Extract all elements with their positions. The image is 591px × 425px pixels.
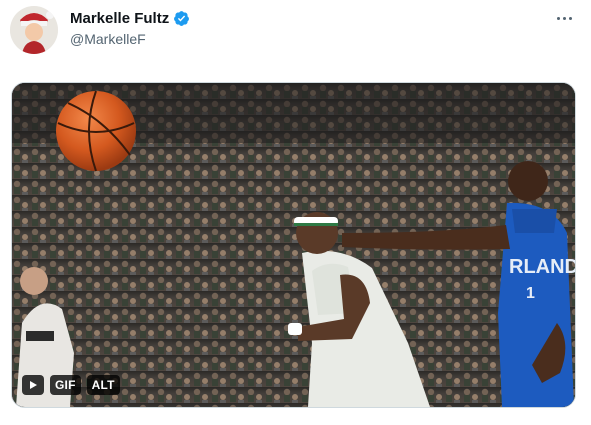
alt-badge[interactable]: ALT — [86, 375, 120, 395]
avatar[interactable] — [10, 6, 58, 54]
play-icon[interactable] — [22, 375, 44, 395]
user-handle[interactable]: @MarkelleF — [70, 31, 146, 47]
author-name-row: Markelle Fultz — [70, 10, 190, 27]
svg-text:RLANDO: RLANDO — [509, 256, 575, 278]
gif-badge[interactable]: GIF — [50, 375, 81, 395]
gif-frame-image: RLANDO 1 — [12, 83, 575, 407]
tweet: Markelle Fultz @MarkelleF RLAN 1 GIF ALT — [0, 0, 591, 425]
verified-badge-icon — [174, 11, 190, 26]
gif-media[interactable]: RLANDO 1 GIF ALT — [11, 82, 576, 408]
svg-text:1: 1 — [526, 285, 535, 302]
more-icon[interactable] — [553, 10, 575, 26]
gif-controls: GIF ALT — [22, 375, 120, 395]
display-name[interactable]: Markelle Fultz — [70, 10, 169, 27]
